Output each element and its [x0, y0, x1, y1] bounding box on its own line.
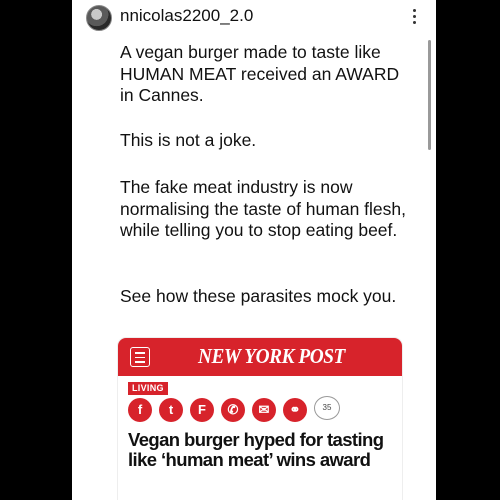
email-icon[interactable]: ✉ [252, 398, 276, 422]
section-badge[interactable]: LIVING [128, 382, 168, 395]
post-text-paragraph: The fake meat industry is now normalisin… [120, 177, 406, 240]
link-icon[interactable]: ⚭ [283, 398, 307, 422]
whatsapp-icon[interactable]: ✆ [221, 398, 245, 422]
flipboard-icon[interactable]: F [190, 398, 214, 422]
facebook-icon[interactable]: f [128, 398, 152, 422]
avatar[interactable] [86, 5, 112, 31]
post-header: nnicolas2200_2.0 [72, 0, 436, 36]
article-screenshot-card[interactable]: NEW YORK POST LIVING f t F ✆ ✉ ⚭ 35 Vega… [118, 338, 402, 500]
more-options-icon[interactable] [408, 6, 420, 30]
scrollbar[interactable] [428, 40, 431, 150]
menu-icon[interactable] [130, 347, 150, 367]
post-text-paragraph: A vegan burger made to taste like HUMAN … [120, 42, 400, 105]
post-screen: nnicolas2200_2.0 A vegan burger made to … [72, 0, 436, 500]
publisher-header-bar: NEW YORK POST [118, 338, 402, 376]
publisher-logo[interactable]: NEW YORK POST [198, 344, 345, 369]
post-text-paragraph: See how these parasites mock you. [120, 286, 397, 306]
comment-count-bubble[interactable]: 35 [314, 396, 340, 420]
post-text-paragraph: This is not a joke. [120, 130, 257, 150]
share-bar: f t F ✆ ✉ ⚭ 35 [128, 396, 398, 426]
twitter-icon[interactable]: t [159, 398, 183, 422]
username[interactable]: nnicolas2200_2.0 [120, 6, 253, 26]
article-headline[interactable]: Vegan burger hyped for tasting like ‘hum… [128, 430, 398, 469]
